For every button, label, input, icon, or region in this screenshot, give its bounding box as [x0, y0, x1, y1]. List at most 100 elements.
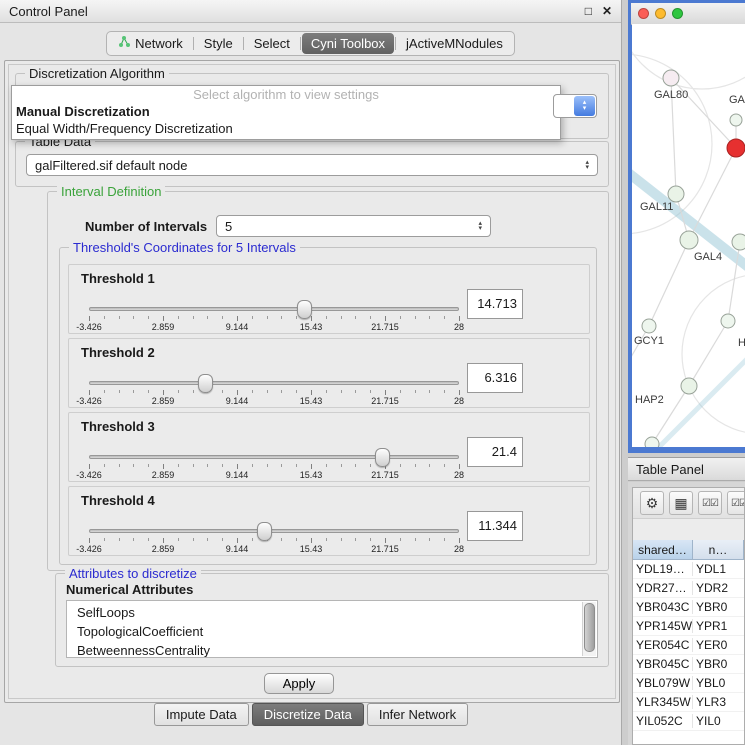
cell-name[interactable]: YDR2	[693, 581, 744, 595]
tick-mark	[415, 464, 416, 467]
cell-name[interactable]: YDL1	[693, 562, 744, 576]
tab-network[interactable]: Network	[109, 33, 192, 54]
slider-thumb[interactable]	[375, 448, 390, 467]
table-row[interactable]: YER054CYER0	[633, 636, 744, 655]
float-window-icon[interactable]: □	[585, 4, 592, 18]
tick-mark	[341, 316, 342, 319]
list-item[interactable]: SelfLoops	[67, 601, 597, 622]
slider-track[interactable]	[89, 381, 459, 385]
algorithm-combobox[interactable]: ▴▾	[553, 94, 597, 118]
settings-gear-icon[interactable]: ⚙	[640, 491, 664, 515]
close-icon[interactable]: ✕	[602, 4, 612, 18]
tab-select[interactable]: Select	[245, 33, 299, 54]
table-data-combobox[interactable]: galFiltered.sif default node ▴▾	[26, 154, 598, 176]
network-edge[interactable]	[649, 240, 689, 326]
threshold-2-slider[interactable]: -3.4262.8599.14415.4321.71528	[89, 379, 459, 407]
column-header-name[interactable]: n…	[693, 540, 744, 560]
slider-track[interactable]	[89, 307, 459, 311]
network-edge[interactable]	[689, 321, 728, 386]
tab-cyni-toolbox[interactable]: Cyni Toolbox	[302, 33, 394, 54]
cell-name[interactable]: YPR1	[693, 619, 744, 633]
tick-mark	[193, 390, 194, 393]
network-node[interactable]	[645, 437, 659, 447]
slider-thumb[interactable]	[297, 300, 312, 319]
slider-thumb[interactable]	[198, 374, 213, 393]
cell-name[interactable]: YBR0	[693, 657, 744, 671]
cell-shared-name[interactable]: YIL052C	[633, 714, 693, 728]
table-row[interactable]: YDR27…YDR2	[633, 579, 744, 598]
columns-icon[interactable]: ▦	[669, 491, 693, 515]
table-row[interactable]: YBR045CYBR0	[633, 655, 744, 674]
network-node[interactable]	[681, 378, 697, 394]
threshold-4-slider[interactable]: -3.4262.8599.14415.4321.71528	[89, 527, 459, 555]
threshold-3-slider[interactable]: -3.4262.8599.14415.4321.71528	[89, 453, 459, 481]
close-traffic-light[interactable]	[638, 8, 649, 19]
network-canvas[interactable]: GAL80GAGAL11GAL4GCY1HAP2H	[632, 24, 745, 447]
tab-discretize-data[interactable]: Discretize Data	[252, 703, 364, 726]
list-scrollbar[interactable]	[582, 602, 596, 656]
apply-button[interactable]: Apply	[264, 673, 334, 694]
network-node[interactable]	[721, 314, 735, 328]
threshold-1-slider[interactable]: -3.4262.8599.14415.4321.71528	[89, 305, 459, 333]
table-row[interactable]: YBR043CYBR0	[633, 598, 744, 617]
select-all-checkboxes-icon[interactable]: ☑☑	[698, 491, 722, 515]
cell-name[interactable]: YLR3	[693, 695, 744, 709]
dropdown-option-equal-width-frequency[interactable]: Equal Width/Frequency Discretization	[12, 120, 560, 137]
table-row[interactable]: YDL19…YDL1	[633, 560, 744, 579]
tab-style[interactable]: Style	[195, 33, 242, 54]
cell-shared-name[interactable]: YDR27…	[633, 581, 693, 595]
tick-mark	[104, 390, 105, 393]
network-edge[interactable]	[652, 354, 745, 447]
table-row[interactable]: YPR145WYPR1	[633, 617, 744, 636]
list-item[interactable]: TopologicalCoefficient	[67, 622, 597, 641]
cell-shared-name[interactable]: YBR045C	[633, 657, 693, 671]
tick-mark	[148, 316, 149, 319]
table-data-group: Table Data galFiltered.sif default node …	[15, 141, 609, 187]
slider-track[interactable]	[89, 455, 459, 459]
threshold-1-value-field[interactable]: 14.713	[467, 289, 523, 319]
zoom-traffic-light[interactable]	[672, 8, 683, 19]
cell-name[interactable]: YBR0	[693, 600, 744, 614]
network-node[interactable]	[680, 231, 698, 249]
cell-shared-name[interactable]: YBR043C	[633, 600, 693, 614]
tick-mark	[281, 316, 282, 319]
cell-shared-name[interactable]: YLR345W	[633, 695, 693, 709]
cell-shared-name[interactable]: YDL19…	[633, 562, 693, 576]
network-edge[interactable]	[632, 164, 745, 274]
table-row[interactable]: YIL052CYIL0	[633, 712, 744, 731]
number-of-intervals-combobox[interactable]: 5 ▴▾	[216, 215, 491, 237]
column-header-shared-name[interactable]: shared…	[633, 540, 693, 560]
network-node[interactable]	[642, 319, 656, 333]
network-node[interactable]	[663, 70, 679, 86]
network-node[interactable]	[668, 186, 684, 202]
slider-thumb[interactable]	[257, 522, 272, 541]
network-node[interactable]	[727, 139, 745, 157]
tab-jactivemnodules[interactable]: jActiveMNodules	[397, 33, 512, 54]
threshold-2-value-field[interactable]: 6.316	[467, 363, 523, 393]
function-builder-icon[interactable]: ☑☑	[727, 491, 745, 515]
dropdown-option-manual-discretization[interactable]: Manual Discretization	[12, 103, 560, 120]
cell-name[interactable]: YER0	[693, 638, 744, 652]
network-window-titlebar	[631, 3, 745, 25]
table-row[interactable]: YLR345WYLR3	[633, 693, 744, 712]
combobox-stepper-icon[interactable]: ▴▾	[574, 96, 595, 116]
threshold-4-value-field[interactable]: 11.344	[467, 511, 523, 541]
cell-shared-name[interactable]: YER054C	[633, 638, 693, 652]
minimize-traffic-light[interactable]	[655, 8, 666, 19]
tick-mark	[237, 390, 238, 395]
threshold-3-value-field[interactable]: 21.4	[467, 437, 523, 467]
table-row[interactable]: YBL079WYBL0	[633, 674, 744, 693]
scrollbar-thumb[interactable]	[584, 603, 595, 652]
slider-track[interactable]	[89, 529, 459, 533]
list-item[interactable]: BetweennessCentrality	[67, 641, 597, 658]
cell-shared-name[interactable]: YBL079W	[633, 676, 693, 690]
network-edge[interactable]	[689, 148, 736, 240]
network-node[interactable]	[732, 234, 745, 250]
cell-shared-name[interactable]: YPR145W	[633, 619, 693, 633]
numerical-attributes-list[interactable]: SelfLoops TopologicalCoefficient Between…	[66, 600, 598, 658]
network-node[interactable]	[730, 114, 742, 126]
cell-name[interactable]: YBL0	[693, 676, 744, 690]
tab-impute-data[interactable]: Impute Data	[154, 703, 249, 726]
cell-name[interactable]: YIL0	[693, 714, 744, 728]
tab-infer-network[interactable]: Infer Network	[367, 703, 468, 726]
